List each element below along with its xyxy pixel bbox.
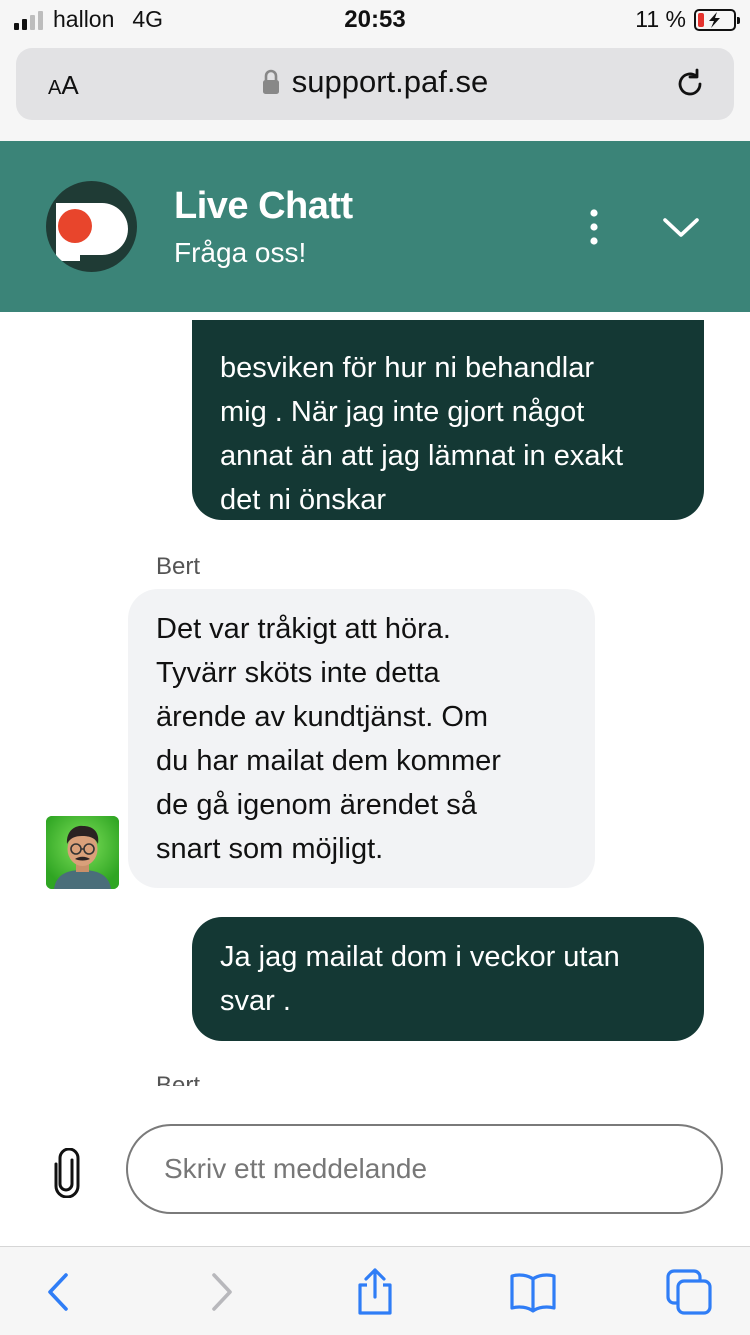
message-line: ärende av kundtjänst. Om: [156, 701, 489, 733]
paperclip-icon[interactable]: [50, 1148, 84, 1198]
message-line: Ja jag mailat dom i veckor utan: [220, 941, 620, 973]
status-right: 11 %: [635, 6, 740, 33]
agent-avatar: [46, 816, 119, 889]
message-list[interactable]: besviken för hur ni behandlar mig . När …: [0, 312, 750, 1086]
back-icon[interactable]: [34, 1267, 84, 1317]
lock-icon: [262, 69, 279, 94]
url-text: support.paf.se: [291, 64, 489, 99]
agent-message: Det var tråkigt att höra. Tyvärr sköts i…: [128, 589, 595, 888]
chat-title: Live Chatt: [174, 185, 353, 227]
paf-logo: [46, 181, 137, 272]
user-message: Ja jag mailat dom i veckor utan svar .: [192, 917, 704, 1041]
message-input[interactable]: [128, 1126, 721, 1212]
reload-icon[interactable]: [672, 66, 708, 102]
message-line: de gå igenom ärendet så: [156, 789, 477, 821]
message-line: svar .: [220, 985, 291, 1017]
url-display[interactable]: support.paf.se: [16, 64, 734, 100]
message-line: snart som möjligt.: [156, 833, 384, 865]
forward-icon[interactable]: [196, 1267, 246, 1317]
more-icon[interactable]: [584, 209, 604, 245]
tabs-icon[interactable]: [664, 1267, 714, 1317]
status-bar: hallon 4G 20:53 11 %: [0, 0, 750, 40]
agent-name: Bert: [156, 553, 201, 580]
message-line: Tyvärr sköts inte detta: [156, 657, 440, 689]
message-composer: [0, 1086, 750, 1246]
message-input-box[interactable]: [126, 1124, 723, 1214]
message-line: Det var tråkigt att höra.: [156, 613, 451, 645]
bookmarks-icon[interactable]: [508, 1267, 558, 1317]
message-line: mig . När jag inte gjort något: [220, 396, 585, 428]
battery-icon: [694, 8, 740, 31]
battery-percent: 11 %: [635, 6, 686, 32]
browser-toolbar: [0, 1246, 750, 1335]
chat-subtitle: Fråga oss!: [174, 237, 307, 268]
chevron-down-icon[interactable]: [660, 211, 702, 243]
agent-name: Bert: [156, 1072, 201, 1086]
message-line: besviken för hur ni behandlar: [220, 352, 595, 384]
share-icon[interactable]: [350, 1267, 400, 1317]
chat-header: Live Chatt Fråga oss!: [0, 141, 750, 312]
address-bar[interactable]: AA support.paf.se: [16, 48, 734, 120]
message-line: det ni önskar: [220, 484, 387, 516]
browser-address-area: AA support.paf.se: [0, 40, 750, 141]
message-line: du har mailat dem kommer: [156, 745, 501, 777]
message-line: annat än att jag lämnat in exakt: [220, 440, 624, 472]
user-message: besviken för hur ni behandlar mig . När …: [192, 312, 704, 520]
